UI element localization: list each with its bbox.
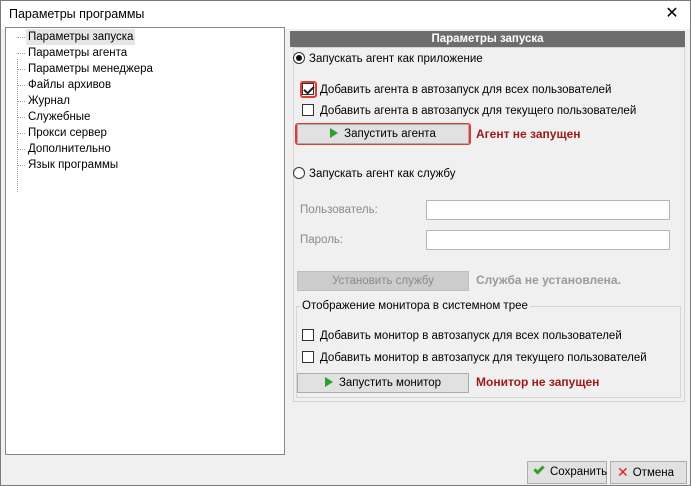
tree-item-agent-settings[interactable]: Параметры агента (26, 45, 129, 61)
tree-item-launch-settings[interactable]: Параметры запуска (26, 29, 136, 45)
settings-tree: Параметры запуска Параметры агента Парам… (5, 27, 285, 455)
monitor-autostart-current-label: Добавить монитор в автозапуск для текуще… (320, 352, 647, 364)
tree-item-manager-settings[interactable]: Параметры менеджера (26, 61, 155, 77)
cancel-label: Отмена (632, 467, 674, 479)
radio-empty-icon (293, 167, 305, 179)
cancel-button[interactable]: ✕ Отмена (610, 461, 687, 484)
play-icon (330, 128, 339, 138)
tree-item-language[interactable]: Язык программы (26, 157, 120, 173)
password-label: Пароль: (300, 234, 344, 246)
start-agent-label: Запустить агента (344, 128, 436, 140)
tree-item-log[interactable]: Журнал (26, 93, 72, 109)
checkmark-icon (533, 463, 545, 475)
panel-header: Параметры запуска (290, 31, 685, 47)
start-monitor-button[interactable]: Запустить монитор (297, 373, 469, 393)
tree-item-additional[interactable]: Дополнительно (26, 141, 113, 157)
run-as-app-label: Запускать агент как приложение (309, 53, 483, 65)
agent-autostart-all-label: Добавить агента в автозапуск для всех по… (320, 84, 612, 96)
cancel-x-icon: ✕ (617, 464, 629, 480)
radio-selected-icon (293, 52, 305, 64)
save-button[interactable]: Сохранить (527, 461, 607, 484)
tree-connector (17, 101, 25, 102)
user-label: Пользователь: (300, 204, 378, 216)
run-as-service-radio[interactable]: Запускать агент как службу (293, 166, 456, 182)
agent-autostart-all-checkbox[interactable]: Добавить агента в автозапуск для всех по… (302, 82, 611, 98)
service-status: Служба не установлена. (476, 273, 621, 287)
window-title: Параметры программы (9, 7, 145, 21)
title-bar: Параметры программы ✕ (1, 1, 690, 29)
tree-connector (17, 69, 25, 70)
close-icon[interactable]: ✕ (658, 1, 686, 27)
checkbox-empty-icon (302, 104, 314, 116)
monitor-autostart-all-checkbox[interactable]: Добавить монитор в автозапуск для всех п… (302, 328, 622, 344)
tree-connector (17, 149, 25, 150)
monitor-group-title: Отображение монитора в системном трее (300, 300, 530, 312)
tree-connector (17, 117, 25, 118)
play-icon (324, 377, 333, 387)
tree-item-service[interactable]: Служебные (26, 109, 92, 125)
tree-connector-line (17, 59, 18, 192)
agent-autostart-current-label: Добавить агента в автозапуск для текущег… (320, 105, 637, 117)
tree-item-proxy-server[interactable]: Прокси сервер (26, 125, 109, 141)
tree-item-archive-files[interactable]: Файлы архивов (26, 77, 113, 93)
agent-autostart-current-checkbox[interactable]: Добавить агента в автозапуск для текущег… (302, 103, 636, 119)
tree-connector (17, 37, 25, 38)
checkbox-empty-icon (302, 329, 314, 341)
checkbox-checked-icon (302, 83, 314, 95)
monitor-autostart-current-checkbox[interactable]: Добавить монитор в автозапуск для текуще… (302, 350, 647, 366)
run-as-app-radio[interactable]: Запускать агент как приложение (293, 51, 483, 67)
monitor-autostart-all-label: Добавить монитор в автозапуск для всех п… (320, 330, 622, 342)
save-label: Сохранить (550, 466, 608, 478)
monitor-status: Монитор не запущен (476, 375, 600, 389)
tree-connector (17, 165, 25, 166)
tree-connector (17, 53, 25, 54)
user-field[interactable] (426, 200, 670, 220)
checkbox-empty-icon (302, 351, 314, 363)
run-as-service-label: Запускать агент как службу (309, 168, 456, 180)
start-agent-button[interactable]: Запустить агента (297, 124, 469, 144)
agent-status: Агент не запущен (476, 127, 581, 141)
password-field[interactable] (426, 230, 670, 250)
start-monitor-label: Запустить монитор (338, 377, 442, 389)
tree-connector (17, 133, 25, 134)
tree-connector (17, 85, 25, 86)
install-service-button[interactable]: Установить службу (297, 271, 469, 291)
